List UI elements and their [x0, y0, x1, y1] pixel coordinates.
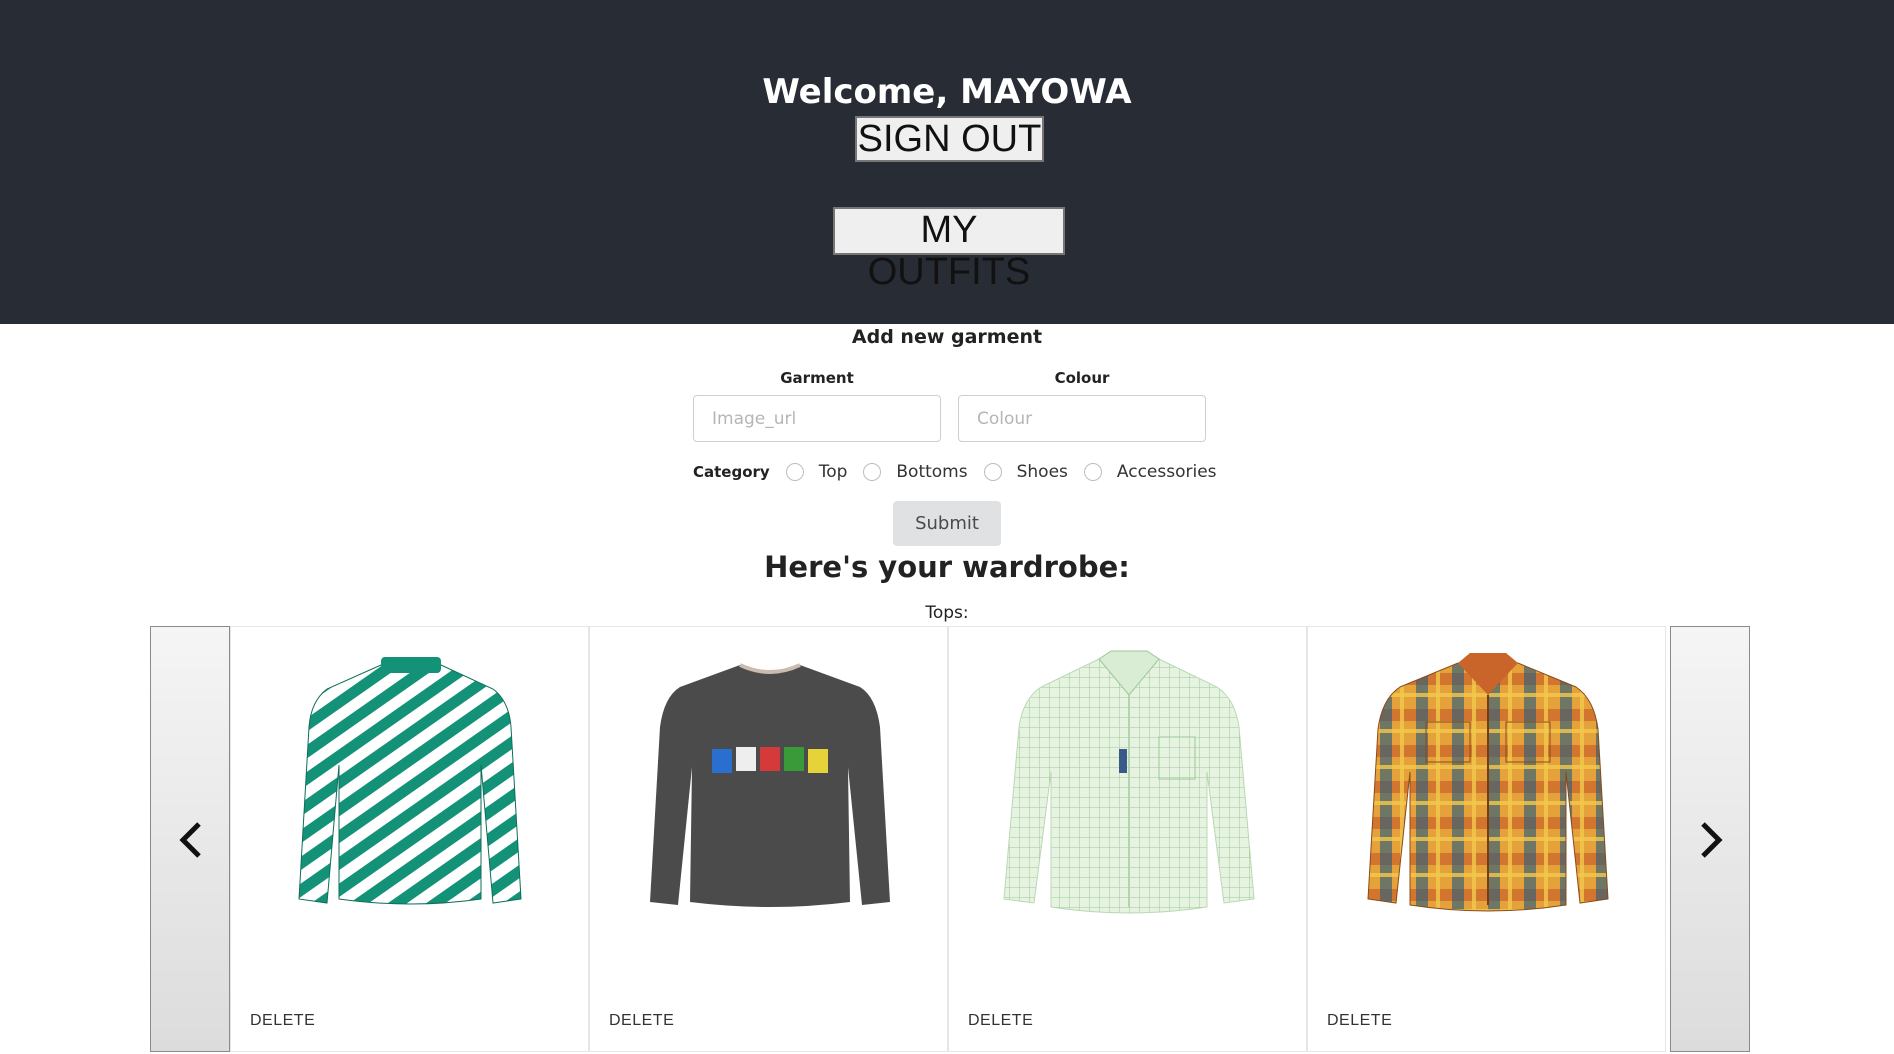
- garment-card: DELETE: [230, 626, 589, 1052]
- garment-card: DELETE: [589, 626, 948, 1052]
- radio-accessories-label: Accessories: [1116, 462, 1217, 482]
- delete-button[interactable]: DELETE: [1327, 1012, 1392, 1030]
- add-garment-title: Add new garment: [851, 326, 1043, 348]
- welcome-message: Welcome, MAYOWA: [762, 72, 1132, 112]
- category-option-shoes[interactable]: Shoes: [983, 462, 1068, 482]
- green-patterned-blouse-image: [298, 657, 522, 905]
- garment-card: DELETE: [1307, 626, 1666, 1052]
- garment-label: Garment: [780, 369, 854, 387]
- delete-button[interactable]: DELETE: [250, 1012, 315, 1030]
- radio-top-label: Top: [818, 462, 848, 482]
- category-option-accessories[interactable]: Accessories: [1083, 462, 1217, 482]
- radio-bottoms-label: Bottoms: [896, 462, 968, 482]
- delete-button[interactable]: DELETE: [609, 1012, 674, 1030]
- carousel-next-button[interactable]: [1670, 626, 1750, 1052]
- chevron-left-icon: [179, 822, 201, 858]
- colour-label: Colour: [1054, 369, 1110, 387]
- radio-bottoms[interactable]: [863, 463, 882, 481]
- radio-shoes-label: Shoes: [1016, 462, 1068, 482]
- colour-input[interactable]: [958, 395, 1206, 442]
- category-option-bottoms[interactable]: Bottoms: [863, 462, 968, 482]
- garment-url-input[interactable]: [693, 395, 941, 442]
- category-radio-group: Category Top Bottoms Shoes Accessories: [693, 460, 1233, 484]
- sign-out-button[interactable]: SIGN OUT: [855, 116, 1044, 162]
- orange-plaid-flannel-shirt-image: [1367, 653, 1609, 912]
- wardrobe-title: Here's your wardrobe:: [764, 550, 1130, 584]
- tops-section-label: Tops:: [925, 603, 969, 623]
- carousel-prev-button[interactable]: [150, 626, 230, 1052]
- category-label: Category: [693, 463, 770, 481]
- delete-button[interactable]: DELETE: [968, 1012, 1033, 1030]
- dark-grey-long-sleeve-tee-image: [650, 663, 890, 907]
- category-option-top[interactable]: Top: [785, 462, 848, 482]
- garment-card: DELETE: [948, 626, 1307, 1052]
- radio-accessories[interactable]: [1083, 463, 1102, 481]
- light-green-check-shirt-image: [1003, 650, 1255, 914]
- radio-shoes[interactable]: [983, 463, 1002, 481]
- submit-button[interactable]: Submit: [893, 501, 1001, 546]
- header: Welcome, MAYOWA SIGN OUT MY OUTFITS: [0, 0, 1894, 324]
- my-outfits-button[interactable]: MY OUTFITS: [833, 207, 1065, 293]
- chevron-right-icon: [1701, 822, 1723, 858]
- radio-top[interactable]: [785, 463, 804, 481]
